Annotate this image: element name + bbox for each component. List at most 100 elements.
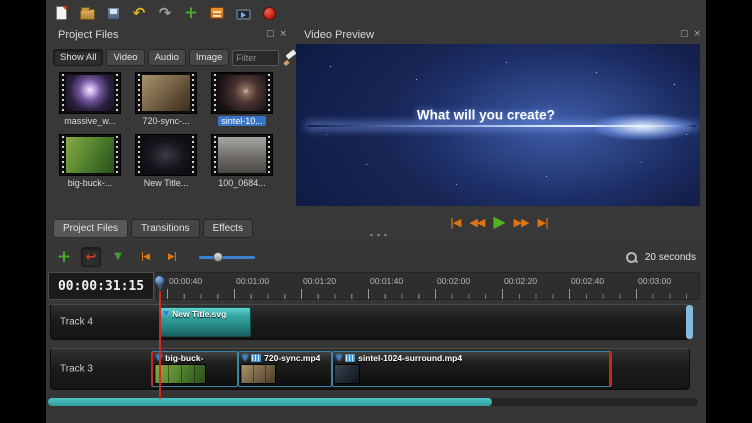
- zoom-slider[interactable]: [199, 249, 255, 265]
- filter-image-button[interactable]: Image: [189, 49, 229, 66]
- ruler-label: 00:03:00: [638, 276, 671, 286]
- record-circle-icon: [263, 7, 276, 20]
- track-name: Track 4: [60, 317, 93, 328]
- jump-to-end-button[interactable]: ▶|: [538, 217, 548, 228]
- clip-label: 720-sync.mp4: [264, 353, 320, 363]
- thumbnail-image: [142, 137, 190, 173]
- float-panel-icon[interactable]: ▢: [266, 30, 275, 39]
- file-label: massive_w...: [52, 116, 128, 126]
- ruler-label: 00:02:40: [571, 276, 604, 286]
- add-track-plus-icon: +: [57, 249, 71, 266]
- file-item[interactable]: 720-sync-...: [128, 72, 204, 132]
- film-strip-icon: [345, 354, 355, 362]
- playback-controls: |◀ ◀◀ ▶ ▶▶ ▶|: [292, 212, 706, 232]
- new-project-icon: [56, 6, 67, 20]
- file-thumbnail: [59, 134, 121, 176]
- ruler-label: 00:01:00: [236, 276, 269, 286]
- close-panel-icon[interactable]: ×: [279, 30, 287, 39]
- panel-splitter-handle[interactable]: [368, 233, 390, 237]
- record-button[interactable]: [258, 2, 280, 24]
- close-panel-icon[interactable]: ×: [693, 30, 701, 39]
- clip-label: big-buck-: [165, 353, 203, 363]
- transition-triangle-icon: ▼: [336, 354, 342, 362]
- new-project-button[interactable]: [50, 2, 72, 24]
- clip-new-title[interactable]: ▼ New Title.svg: [159, 307, 251, 337]
- thumbnail-image: [66, 75, 114, 111]
- file-thumbnail: [211, 72, 273, 114]
- playhead-marker[interactable]: [154, 275, 165, 286]
- film-sprockets: [191, 136, 195, 174]
- clip-thumbnail: [334, 364, 360, 384]
- filter-show-all-button[interactable]: Show All: [53, 49, 103, 66]
- timeline-toolbar: + ↩ ▼ |◀ ▶| 20 seconds: [46, 244, 706, 270]
- horizontal-scrollbar[interactable]: [48, 398, 698, 406]
- film-sprockets: [267, 74, 271, 112]
- import-files-button[interactable]: +: [180, 2, 202, 24]
- tab-transitions[interactable]: Transitions: [131, 219, 200, 238]
- file-item[interactable]: massive_w...: [52, 72, 128, 132]
- horizontal-scrollbar-thumb[interactable]: [48, 398, 492, 406]
- file-item-selected[interactable]: sintel-10...: [204, 72, 280, 132]
- ruler-label: 00:01:40: [370, 276, 403, 286]
- ruler-row: 00:00:31:15 00:00:40 00:01:00 00:01:20 0…: [46, 272, 706, 300]
- marker-icon: ▼: [114, 252, 122, 262]
- next-marker-button[interactable]: ▶|: [162, 247, 182, 267]
- import-plus-icon: +: [184, 5, 198, 22]
- video-preview-header-icons: ▢ ×: [680, 30, 701, 39]
- thumbnail-image: [218, 75, 266, 111]
- ruler-label: 00:00:40: [169, 276, 202, 286]
- add-track-button[interactable]: +: [54, 247, 74, 267]
- file-thumbnail: [135, 134, 197, 176]
- file-item[interactable]: New Title...: [128, 134, 204, 194]
- open-project-button[interactable]: [76, 2, 98, 24]
- fast-forward-button[interactable]: ▶▶: [514, 217, 529, 228]
- file-label: 720-sync-...: [128, 116, 204, 126]
- clear-filter-brush-icon[interactable]: [282, 49, 290, 67]
- film-sprockets: [137, 136, 141, 174]
- choose-profile-button[interactable]: [206, 2, 228, 24]
- zoom-icon: [625, 251, 638, 264]
- timeline-ruler[interactable]: 00:00:40 00:01:00 00:01:20 00:01:40 00:0…: [156, 272, 700, 300]
- filter-input[interactable]: [232, 50, 279, 66]
- file-label: 100_0684...: [204, 178, 280, 188]
- clip-sintel[interactable]: ▼ sintel-1024-surround.mp4: [332, 351, 612, 387]
- track-row-3[interactable]: Track 3 ▼ big-buck- ▼ 720-syn: [50, 348, 690, 390]
- save-project-button[interactable]: [102, 2, 124, 24]
- film-sprockets: [115, 74, 119, 112]
- thumbnail-image: [218, 137, 266, 173]
- export-video-button[interactable]: [232, 2, 254, 24]
- redo-button[interactable]: ↷: [154, 2, 176, 24]
- tab-project-files[interactable]: Project Files: [53, 219, 128, 238]
- film-sprockets: [213, 74, 217, 112]
- track-name: Track 3: [60, 364, 93, 375]
- video-preview-title: Video Preview: [304, 29, 374, 41]
- zoom-scale-select[interactable]: 20 seconds: [645, 252, 696, 263]
- file-item[interactable]: 100_0684...: [204, 134, 280, 194]
- add-marker-button[interactable]: ▼: [108, 247, 128, 267]
- play-button[interactable]: ▶: [493, 214, 504, 230]
- zoom-slider-track[interactable]: [199, 256, 255, 259]
- track-row-4[interactable]: Track 4 ▼ New Title.svg: [50, 304, 690, 340]
- ruler-label: 00:02:00: [437, 276, 470, 286]
- thumbnail-image: [66, 137, 114, 173]
- clip-big-buck[interactable]: ▼ big-buck-: [151, 351, 238, 387]
- clip-720-sync[interactable]: ▼ 720-sync.mp4: [238, 351, 332, 387]
- zoom-slider-handle[interactable]: [213, 252, 223, 262]
- float-panel-icon[interactable]: ▢: [680, 30, 689, 39]
- filter-audio-button[interactable]: Audio: [148, 49, 186, 66]
- clip-thumbnail: [240, 364, 276, 384]
- file-item[interactable]: big-buck-...: [52, 134, 128, 194]
- undo-button[interactable]: ↶: [128, 2, 150, 24]
- vertical-scrollbar-thumb[interactable]: [686, 305, 693, 339]
- save-icon: [107, 7, 120, 20]
- previous-marker-button[interactable]: |◀: [135, 247, 155, 267]
- jump-to-start-button[interactable]: |◀: [450, 217, 460, 228]
- film-sprockets: [115, 136, 119, 174]
- file-thumbnail: [135, 72, 197, 114]
- tab-effects[interactable]: Effects: [203, 219, 253, 238]
- film-sprockets: [61, 136, 65, 174]
- snapping-toggle-button[interactable]: ↩: [81, 247, 101, 267]
- filter-video-button[interactable]: Video: [106, 49, 144, 66]
- ruler-label: 00:01:20: [303, 276, 336, 286]
- rewind-button[interactable]: ◀◀: [469, 217, 484, 228]
